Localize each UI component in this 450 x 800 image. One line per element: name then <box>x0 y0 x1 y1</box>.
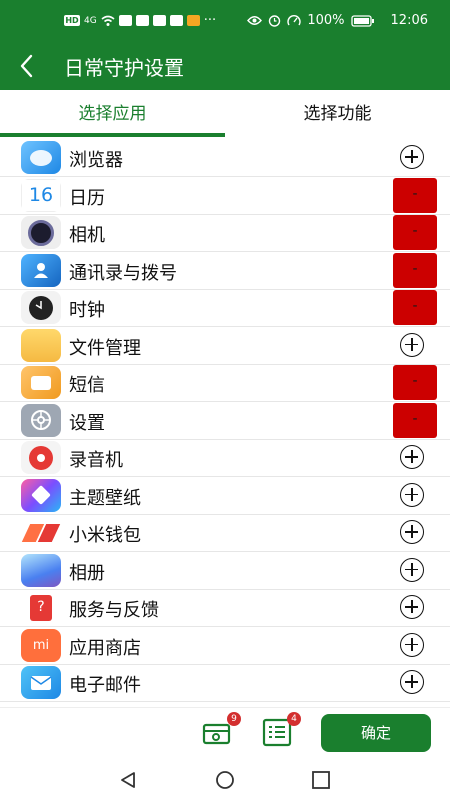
app-name: 电子邮件 <box>69 675 141 696</box>
list-item: 文件管理 <box>0 327 450 365</box>
tab-indicator <box>0 133 225 137</box>
list-item: 相机 - <box>0 214 450 252</box>
more-notifications-icon: ··· <box>203 13 217 28</box>
add-circle-icon[interactable] <box>400 595 424 619</box>
eye-icon <box>247 16 263 25</box>
battery-percent: 100% <box>307 13 345 28</box>
tab-bar: 选择应用 选择功能 <box>0 90 450 138</box>
remove-button[interactable]: - <box>393 252 437 288</box>
list-item: ? 服务与反馈 <box>0 589 450 627</box>
list-item: 设置 - <box>0 402 450 440</box>
selected-apps-button[interactable]: 9 <box>201 712 241 750</box>
app-name: 日历 <box>69 187 105 209</box>
nav-recents-icon[interactable] <box>311 770 331 790</box>
remove-button[interactable]: - <box>393 402 437 438</box>
alarm-icon <box>269 15 281 27</box>
functions-badge: 4 <box>287 712 301 726</box>
add-circle-icon[interactable] <box>400 632 424 657</box>
add-circle-icon[interactable] <box>400 482 424 507</box>
tab-select-functions[interactable]: 选择功能 <box>225 90 450 138</box>
list-item: 电子邮件 <box>0 664 450 702</box>
recorder-icon <box>21 441 61 474</box>
app-name: 短信 <box>69 375 105 396</box>
nav-back-icon[interactable] <box>118 770 138 790</box>
status-right-icons: 100% 12:06 <box>247 13 428 28</box>
mail-icon <box>21 666 61 699</box>
battery-icon <box>350 14 374 27</box>
app-name: 时钟 <box>69 300 105 321</box>
feedback-icon: ? <box>21 591 61 624</box>
gallery-icon <box>21 553 61 587</box>
notification-icon <box>135 15 149 26</box>
browser-icon <box>21 141 61 174</box>
message-icon <box>21 366 61 399</box>
tiktok-icon <box>169 15 183 26</box>
app-name: 应用商店 <box>69 637 141 659</box>
back-button[interactable] <box>12 48 48 84</box>
app-name: 相册 <box>69 562 105 584</box>
gear-icon <box>21 403 61 437</box>
app-name: 相机 <box>69 225 105 246</box>
remove-button[interactable]: - <box>393 365 437 400</box>
list-item: 录音机 <box>0 439 450 477</box>
app-name: 浏览器 <box>69 150 123 171</box>
tab-select-apps[interactable]: 选择应用 <box>0 90 225 138</box>
remove-button[interactable]: - <box>393 177 437 213</box>
list-item: 短信 - <box>0 364 450 402</box>
hd-label: HD <box>64 15 80 26</box>
folder-icon <box>21 328 61 362</box>
list-item: 16 日历 - <box>0 177 450 215</box>
clock-time: 12:06 <box>390 13 428 28</box>
nav-home-icon[interactable] <box>214 770 236 790</box>
list-item: 小米钱包 <box>0 514 450 552</box>
app-store-icon: mi <box>21 628 61 662</box>
add-circle-icon[interactable] <box>400 520 424 544</box>
app-name: 服务与反馈 <box>69 600 159 621</box>
play-icon <box>186 15 200 26</box>
app-name: 设置 <box>69 412 105 434</box>
add-circle-icon[interactable] <box>400 145 424 169</box>
apps-badge: 9 <box>227 712 241 726</box>
add-circle-icon[interactable] <box>400 445 424 469</box>
wallet-icon <box>21 516 61 549</box>
app-bar: 日常守护设置 <box>0 42 450 90</box>
icon-text: mi <box>32 637 50 653</box>
notification-icon <box>152 15 166 26</box>
remove-button[interactable]: - <box>393 290 437 325</box>
page-title: 日常守护设置 <box>64 56 184 80</box>
confirm-button[interactable]: 确定 <box>321 714 431 752</box>
wifi-icon <box>101 15 115 26</box>
back-arrow-icon <box>20 54 33 78</box>
app-name: 文件管理 <box>69 337 141 359</box>
camera-icon <box>21 216 61 249</box>
contacts-icon <box>21 253 61 287</box>
icon-text: 16 <box>28 184 54 206</box>
network-label: 4G <box>84 15 97 26</box>
list-item: 时钟 - <box>0 289 450 327</box>
list-item: 主题壁纸 <box>0 477 450 515</box>
app-list[interactable]: 浏览器 16 日历 - 相机 - 通讯录与拨号 - 时钟 - 文件管理短信 - 设置 - 录音机主题壁纸小米… <box>0 139 450 707</box>
clock-icon <box>21 291 61 324</box>
app-name: 录音机 <box>69 450 123 471</box>
status-left-icons: HD 4G ··· <box>64 13 216 28</box>
list-item: 浏览器 <box>0 139 450 177</box>
theme-icon <box>21 478 61 512</box>
app-name: 主题壁纸 <box>69 487 141 509</box>
remove-button[interactable]: - <box>393 215 437 250</box>
add-circle-icon[interactable] <box>400 557 424 582</box>
add-circle-icon[interactable] <box>400 670 424 694</box>
add-circle-icon[interactable] <box>400 332 424 357</box>
status-bar: HD 4G ··· 100% 12:06 <box>0 0 450 42</box>
calendar-icon: 16 <box>21 178 61 212</box>
bottom-bar: 9 4 确定 <box>0 707 450 760</box>
list-item: mi 应用商店 <box>0 627 450 665</box>
speed-icon <box>287 15 302 26</box>
notification-icon <box>118 15 132 26</box>
system-nav-bar <box>0 760 450 800</box>
app-name: 通讯录与拨号 <box>69 262 177 284</box>
list-item: 通讯录与拨号 - <box>0 252 450 290</box>
app-name: 小米钱包 <box>69 525 141 546</box>
selected-functions-button[interactable]: 4 <box>261 712 301 750</box>
list-item: 相册 <box>0 552 450 590</box>
